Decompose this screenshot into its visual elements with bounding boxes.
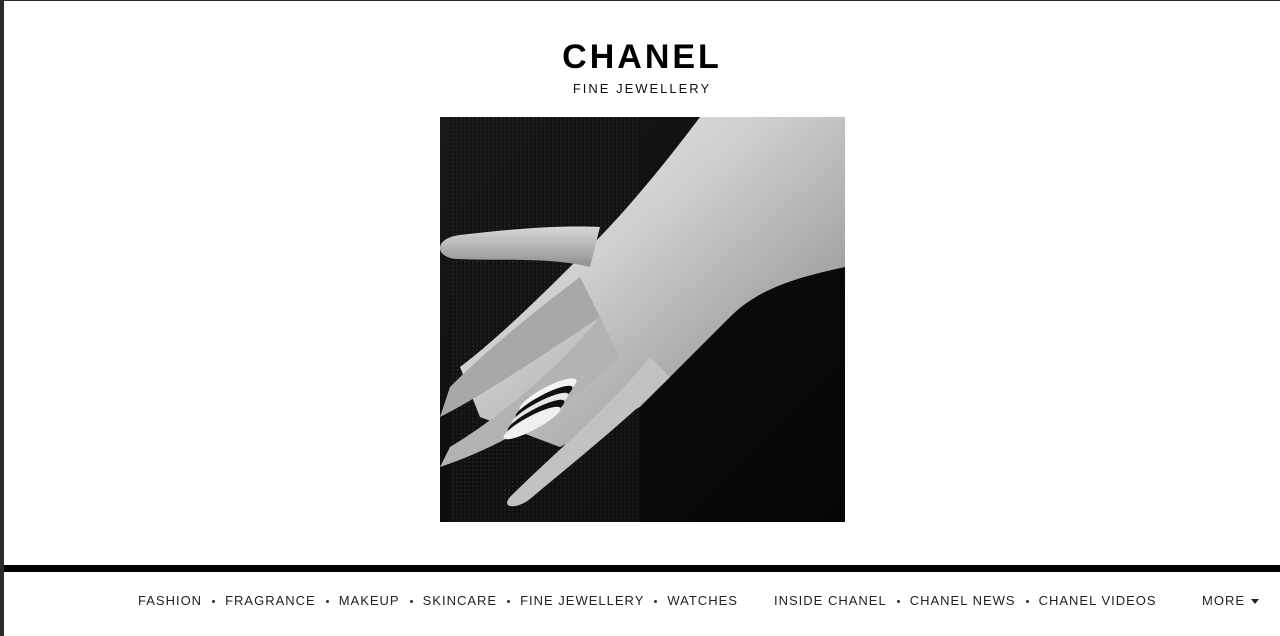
brand-logo[interactable]: CHANEL FINE JEWELLERY <box>4 37 1280 96</box>
caret-down-icon <box>1251 598 1259 604</box>
brand-wordmark: CHANEL <box>562 38 722 76</box>
nav-item-fine-jewellery[interactable]: FINE JEWELLERY <box>520 593 644 608</box>
nav-item-makeup[interactable]: MAKEUP <box>339 593 400 608</box>
brand-subtitle: FINE JEWELLERY <box>572 81 712 96</box>
nav-primary-group: FASHION FRAGRANCE MAKEUP SKINCARE FINE J… <box>138 592 738 608</box>
page-content: CHANEL FINE JEWELLERY <box>4 1 1280 565</box>
nav-item-fragrance[interactable]: FRAGRANCE <box>225 593 316 608</box>
nav-item-skincare[interactable]: SKINCARE <box>423 593 497 608</box>
nav-separator <box>212 599 216 603</box>
nav-separator <box>325 599 329 603</box>
section-divider <box>4 565 1280 572</box>
nav-item-chanel-videos[interactable]: CHANEL VIDEOS <box>1039 593 1157 608</box>
nav-item-fashion[interactable]: FASHION <box>138 593 202 608</box>
nav-more-button[interactable]: MORE <box>1202 592 1259 608</box>
nav-item-watches[interactable]: WATCHES <box>667 593 738 608</box>
nav-separator <box>409 599 413 603</box>
nav-more-label: MORE <box>1202 592 1245 608</box>
main-navigation: FASHION FRAGRANCE MAKEUP SKINCARE FINE J… <box>4 572 1280 636</box>
nav-separator <box>896 599 900 603</box>
nav-separator <box>507 599 511 603</box>
hero-image <box>440 117 845 522</box>
nav-item-inside-chanel[interactable]: INSIDE CHANEL <box>774 593 887 608</box>
nav-separator <box>1025 599 1029 603</box>
nav-item-chanel-news[interactable]: CHANEL NEWS <box>910 593 1016 608</box>
hand-with-rings-photo <box>440 117 845 522</box>
nav-secondary-group: INSIDE CHANEL CHANEL NEWS CHANEL VIDEOS <box>774 592 1157 608</box>
nav-separator <box>654 599 658 603</box>
